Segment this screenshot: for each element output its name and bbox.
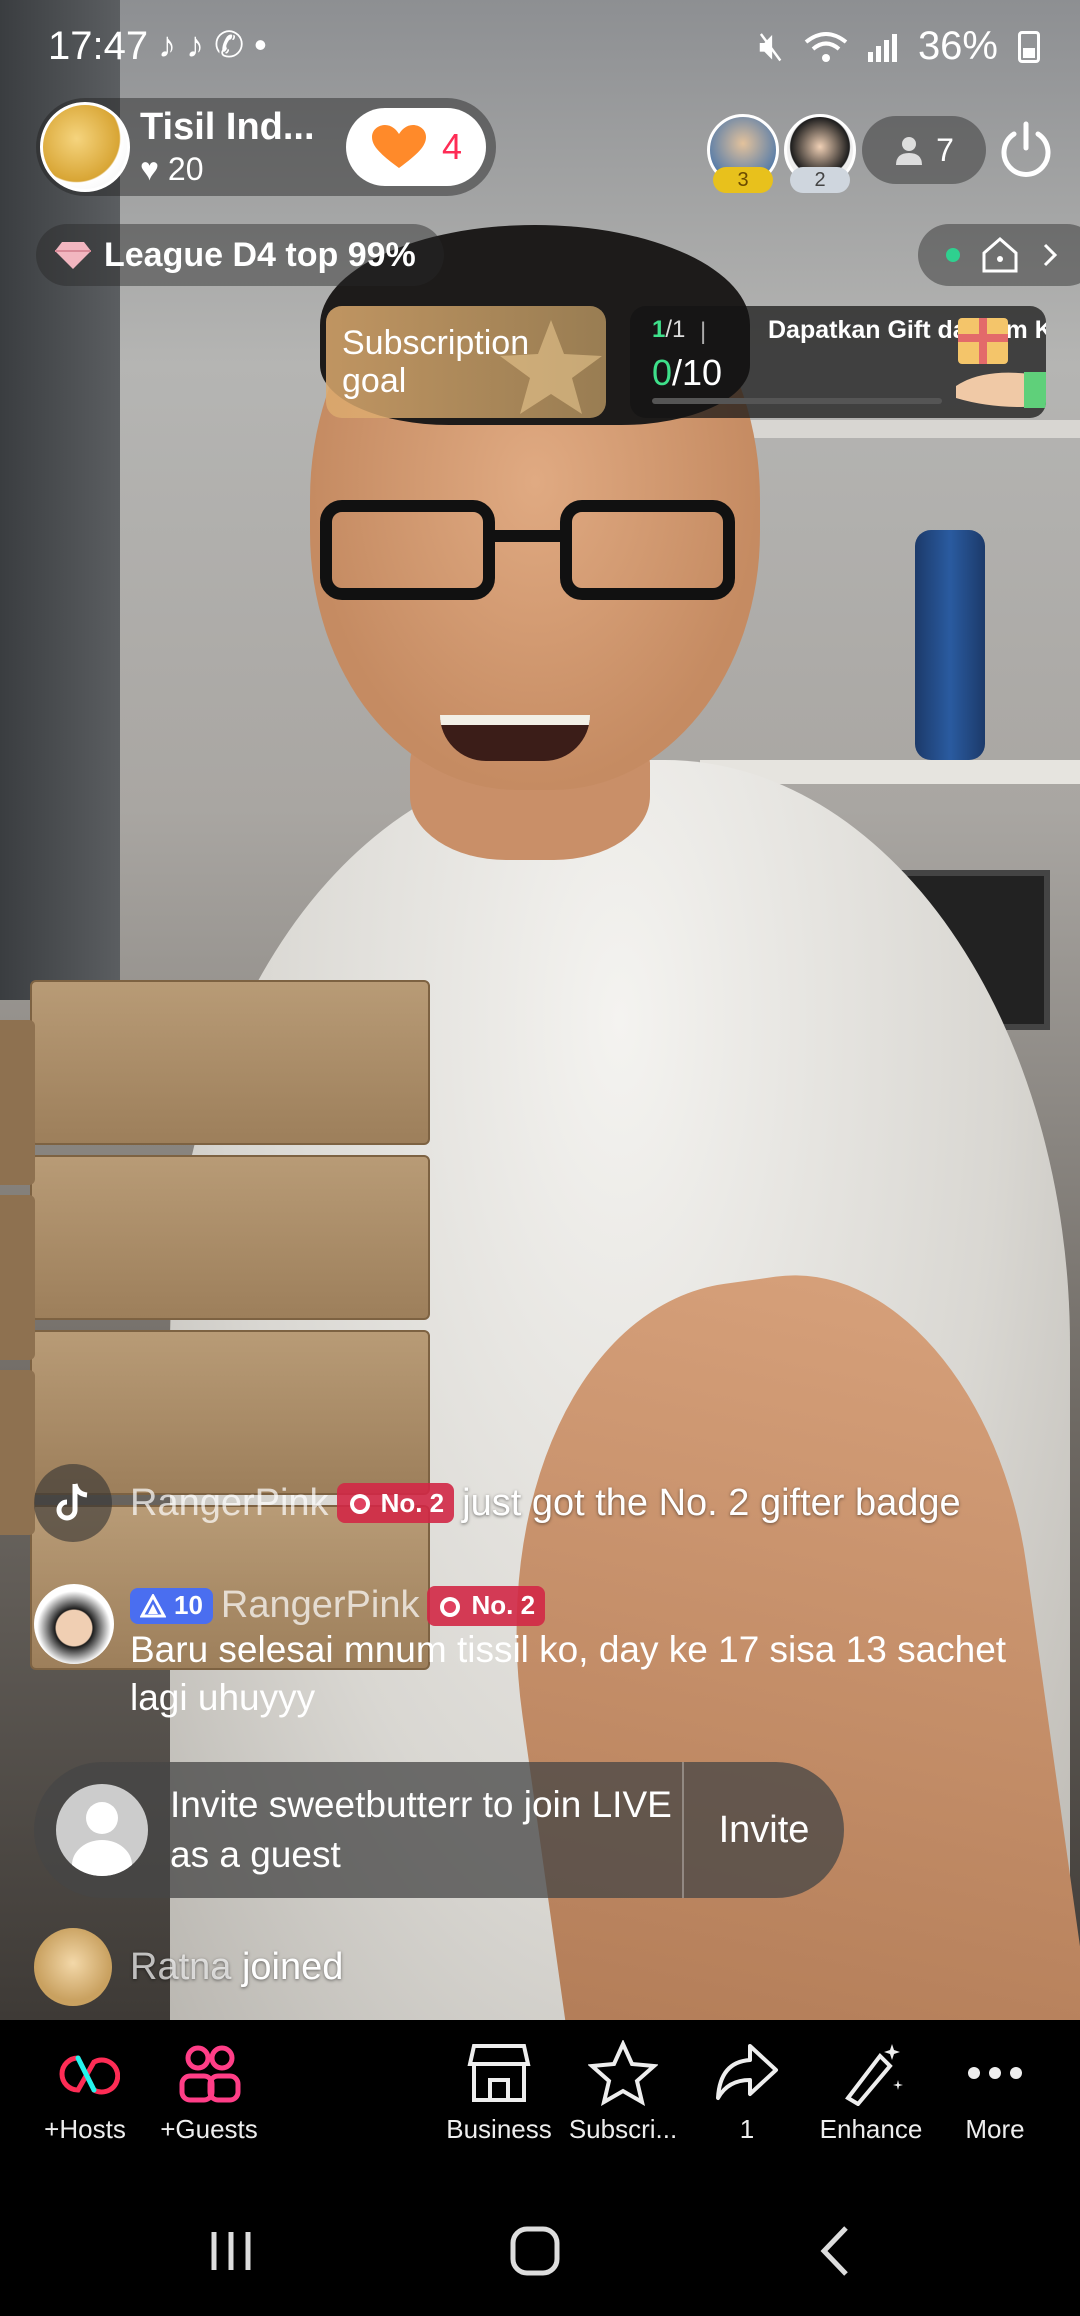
host-name: Tisil Ind...	[140, 106, 315, 148]
star-icon	[588, 2040, 658, 2106]
chat-system-text: just got the No. 2 gifter badge	[462, 1481, 961, 1524]
bottle	[915, 530, 985, 760]
add-hosts-button[interactable]: +Hosts	[20, 2040, 150, 2145]
viewer-rank-badge: 3	[713, 167, 773, 193]
top-viewer-avatar[interactable]: 2	[784, 114, 856, 193]
add-guests-button[interactable]: +Guests	[144, 2040, 274, 2145]
chat-username[interactable]: RangerPink	[221, 1584, 420, 1627]
battery-percent: 36%	[917, 24, 998, 68]
chat-username[interactable]: RangerPink	[130, 1482, 329, 1525]
heart-icon	[371, 125, 426, 168]
tiktok-logo-badge	[34, 1464, 112, 1542]
recent-apps-icon[interactable]	[196, 2216, 266, 2286]
share-button[interactable]: 1	[682, 2040, 812, 2145]
chat-message-header: 10 RangerPink No. 2	[130, 1584, 553, 1627]
divider: |	[700, 318, 707, 345]
host-profile-pill[interactable]: Tisil Ind... ♥ 20 4	[36, 98, 496, 196]
wand-icon	[845, 2044, 903, 2106]
person-glasses	[320, 500, 740, 610]
medal-icon	[440, 1596, 461, 1617]
league-label: League D4 top 99%	[104, 235, 416, 274]
store-icon	[467, 2044, 531, 2102]
shelf	[720, 420, 1080, 438]
viewer-rank-badge: 2	[790, 167, 850, 193]
host-likes: ♥ 20	[140, 151, 340, 188]
host-avatar[interactable]	[40, 102, 130, 192]
tiktok-icon	[56, 1483, 88, 1521]
gifter-rank-badge: No. 2	[427, 1585, 546, 1626]
system-navigation-bar	[0, 2186, 1080, 2316]
person-mouth	[440, 715, 590, 761]
level-badge: 10	[130, 1587, 213, 1624]
enhance-button[interactable]: Enhance	[806, 2040, 936, 2145]
guests-icon	[179, 2045, 241, 2103]
invite-button[interactable]: Invite	[684, 1762, 844, 1898]
fans-count: 4	[441, 126, 463, 167]
level-triangle-icon	[140, 1593, 166, 1617]
gift-goal-card[interactable]: 1/1 | Dapatkan Gift dari tim K 0/10	[630, 306, 1046, 418]
house-icon	[982, 237, 1018, 273]
mute-icon: 🔇︎	[758, 24, 784, 68]
status-bar: 17:47 ♪♪✆• 🔇︎ 36%	[0, 0, 1080, 96]
whatsapp-icon: ✆	[214, 24, 255, 65]
more-icon	[968, 2067, 1022, 2079]
chat-joined-message: Ratna joined	[34, 1928, 343, 2006]
notification-icons: ♪♪✆•	[158, 24, 277, 66]
top-viewer-avatar[interactable]: 3	[707, 114, 779, 193]
host-likes-count: 20	[167, 151, 204, 187]
person-icon	[896, 137, 923, 165]
tiktok-icon: ♪	[158, 24, 186, 65]
viewer-count-button[interactable]: 7	[862, 116, 986, 184]
back-icon[interactable]	[802, 2216, 872, 2286]
more-button[interactable]: More	[930, 2040, 1060, 2145]
business-button[interactable]: Business	[434, 2040, 564, 2145]
gifter-rank-badge: No. 2	[336, 1483, 455, 1523]
invite-guest-banner: Invite sweetbutterr to join LIVE as a gu…	[34, 1762, 844, 1898]
chat-system-message: RangerPink No. 2 just got the No. 2 gift…	[34, 1464, 1074, 1542]
diamond-icon	[55, 242, 91, 269]
chat-user-avatar[interactable]	[34, 1928, 112, 2006]
home-icon[interactable]	[500, 2216, 570, 2286]
host-info: Tisil Ind... ♥ 20	[140, 106, 340, 188]
joined-text: joined	[241, 1945, 344, 1988]
subscription-button[interactable]: Subscri...	[558, 2040, 688, 2145]
invite-text: Invite sweetbutterr to join LIVE as a gu…	[170, 1784, 672, 1875]
tiktok-icon: ♪	[186, 24, 214, 65]
status-time: 17:47	[48, 24, 149, 68]
wifi-icon	[804, 31, 848, 62]
gift-goal-progress: 0/10	[652, 352, 723, 393]
heart-small-icon: ♥	[140, 151, 159, 187]
chat-user-avatar[interactable]	[34, 1584, 114, 1664]
hosts-icon	[59, 2055, 120, 2095]
medal-icon	[349, 1494, 370, 1514]
gift-goal-progress-bar	[652, 398, 942, 404]
league-badge[interactable]: League D4 top 99%	[36, 224, 444, 286]
share-icon	[716, 2044, 778, 2100]
end-live-power-icon[interactable]	[996, 120, 1056, 180]
dot-icon: •	[254, 24, 277, 65]
live-dot-icon	[946, 248, 960, 262]
chat-message-text: Baru selesai mnum tissil ko, day ke 17 s…	[130, 1629, 1007, 1718]
room-settings-pill[interactable]	[918, 224, 1080, 286]
viewer-count: 7	[936, 131, 954, 168]
system-status: 🔇︎ 36%	[759, 24, 1040, 69]
gift-box-icon	[956, 318, 1046, 408]
chat-username[interactable]: Ratna	[130, 1946, 231, 1988]
fans-button[interactable]: 4	[346, 108, 486, 186]
battery-icon	[1018, 30, 1040, 63]
chevron-right-icon	[1043, 243, 1058, 267]
default-avatar-icon	[56, 1784, 148, 1876]
gift-goal-step: 1/1	[652, 316, 686, 343]
signal-icon	[867, 33, 897, 62]
subscription-goal-card[interactable]: Subscription goal	[326, 306, 606, 418]
live-toolbar: +Hosts +Guests Business Subscri... 1 Enh…	[0, 2020, 1080, 2186]
